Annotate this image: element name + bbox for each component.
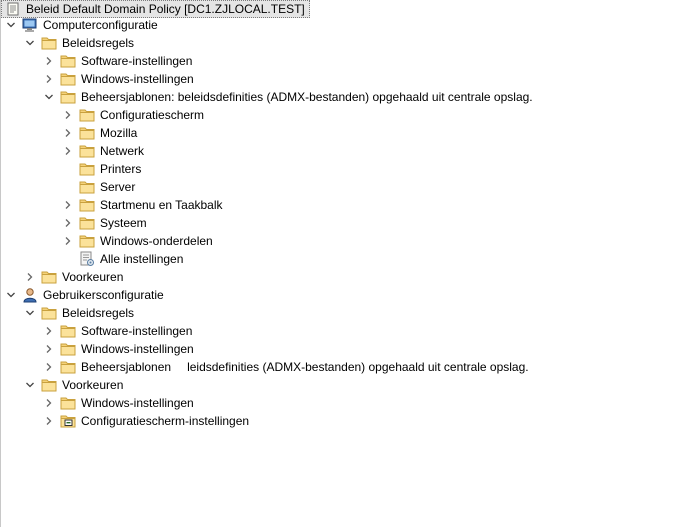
tree-node-label: Netwerk [100, 144, 145, 158]
tree-node-user-voorkeuren[interactable]: Voorkeuren [25, 376, 123, 394]
chevron-right-icon[interactable] [63, 196, 73, 214]
expander-placeholder [63, 178, 73, 196]
tree-node-label: Beleidsregels [62, 306, 135, 320]
tree-node-netwerk[interactable]: Netwerk [63, 142, 144, 160]
settings-list-icon [79, 251, 95, 267]
tree-node-user-config[interactable]: Gebruikersconfiguratie [6, 286, 164, 304]
chevron-down-icon[interactable] [6, 16, 16, 34]
tree-root-label: Beleid Default Domain Policy [DC1.ZJLOCA… [26, 2, 305, 16]
user-icon [22, 287, 38, 303]
expander-placeholder [63, 250, 73, 268]
folder-icon [60, 395, 76, 411]
tree-node-label: Beheersjablonen: beleidsdefinities (ADMX… [81, 90, 533, 104]
folder-icon [41, 305, 57, 321]
folder-icon [79, 143, 95, 159]
tree-node-computer-beleidsregels[interactable]: Beleidsregels [25, 34, 134, 52]
folder-icon [41, 377, 57, 393]
folder-icon [41, 35, 57, 51]
tree-node-label: Software-instellingen [81, 324, 193, 338]
folder-icon [79, 179, 95, 195]
tree-node-startmenu[interactable]: Startmenu en Taakbalk [63, 196, 223, 214]
tree-node-alle-instellingen[interactable]: Alle instellingen [63, 250, 183, 268]
tree-node-label: Beleidsregels [62, 36, 135, 50]
folder-icon [60, 359, 76, 375]
tree-node-user-software[interactable]: Software-instellingen [44, 322, 192, 340]
tree-node-label: Software-instellingen [81, 54, 193, 68]
tree-node-user-configuratiescherm-instellingen[interactable]: Configuratiescherm-instellingen [44, 412, 249, 430]
tree-node-computer-software[interactable]: Software-instellingen [44, 52, 192, 70]
chevron-down-icon[interactable] [44, 88, 54, 106]
chevron-down-icon[interactable] [6, 286, 16, 304]
tree-node-label: Windows-instellingen [81, 342, 194, 356]
chevron-down-icon[interactable] [25, 304, 35, 322]
folder-icon [60, 341, 76, 357]
folder-icon [60, 71, 76, 87]
folder-icon [79, 125, 95, 141]
chevron-right-icon[interactable] [63, 232, 73, 250]
chevron-right-icon[interactable] [44, 52, 54, 70]
tree-node-configuratiescherm[interactable]: Configuratiescherm [63, 106, 204, 124]
tree-node-label: Voorkeuren [62, 270, 124, 284]
tree-node-label: Computerconfiguratie [43, 18, 158, 32]
tree-node-label: Startmenu en Taakbalk [100, 198, 223, 212]
chevron-right-icon[interactable] [63, 106, 73, 124]
tree-node-computer-beheersjablonen[interactable]: Beheersjablonen: beleidsdefinities (ADMX… [44, 88, 533, 106]
tree-node-systeem[interactable]: Systeem [63, 214, 147, 232]
chevron-right-icon[interactable] [63, 214, 73, 232]
chevron-right-icon[interactable] [63, 142, 73, 160]
chevron-right-icon[interactable] [44, 358, 54, 376]
chevron-right-icon[interactable] [25, 268, 35, 286]
chevron-right-icon[interactable] [44, 394, 54, 412]
chevron-right-icon[interactable] [44, 70, 54, 88]
tree-node-user-windows[interactable]: Windows-instellingen [44, 340, 194, 358]
chevron-right-icon[interactable] [44, 412, 54, 430]
tree-node-label: Gebruikersconfiguratie [43, 288, 164, 302]
folder-icon [79, 161, 95, 177]
chevron-right-icon[interactable] [44, 322, 54, 340]
folder-icon [79, 233, 95, 249]
window-left-border [0, 0, 1, 527]
computer-icon [22, 17, 38, 33]
tree-node-computer-windows[interactable]: Windows-instellingen [44, 70, 194, 88]
tree-node-label: Systeem [100, 216, 147, 230]
tree-node-label: Windows-instellingen [81, 396, 194, 410]
tree-node-label: Server [100, 180, 136, 194]
folder-icon [60, 323, 76, 339]
tree-node-user-voorkeuren-windows[interactable]: Windows-instellingen [44, 394, 194, 412]
chevron-down-icon[interactable] [25, 34, 35, 52]
tree-node-user-beleidsregels[interactable]: Beleidsregels [25, 304, 134, 322]
folder-icon [41, 269, 57, 285]
tree-node-label: Configuratiescherm [100, 108, 205, 122]
tree-node-label-end: leidsdefinities (ADMX-bestanden) opgehaa… [187, 360, 529, 374]
tree-node-label: Voorkeuren [62, 378, 124, 392]
folder-icon [79, 107, 95, 123]
tree-node-windows-onderdelen[interactable]: Windows-onderdelen [63, 232, 213, 250]
tree-node-label: Windows-onderdelen [100, 234, 213, 248]
folder-icon [60, 53, 76, 69]
tree-node-user-beheersjablonen[interactable]: Beheersjablonen leidsdefinities (ADMX-be… [44, 358, 529, 376]
tree-node-mozilla[interactable]: Mozilla [63, 124, 137, 142]
tree-node-label: Windows-instellingen [81, 72, 194, 86]
tree-node-label: Configuratiescherm-instellingen [81, 414, 250, 428]
chevron-right-icon[interactable] [44, 340, 54, 358]
folder-icon [60, 89, 76, 105]
expander-placeholder [63, 160, 73, 178]
tree-node-computer-config[interactable]: Computerconfiguratie [6, 16, 158, 34]
tree-node-label: Printers [100, 162, 142, 176]
chevron-down-icon[interactable] [25, 376, 35, 394]
tree-node-label-start: Beheersjablonen [81, 360, 172, 374]
tree-node-server[interactable]: Server [63, 178, 135, 196]
policy-document-icon [5, 1, 21, 17]
folder-icon [79, 215, 95, 231]
control-panel-folder-icon [60, 413, 76, 429]
tree-node-printers[interactable]: Printers [63, 160, 141, 178]
tree-node-computer-voorkeuren[interactable]: Voorkeuren [25, 268, 123, 286]
tree-node-label: Mozilla [100, 126, 138, 140]
tree-node-label: Alle instellingen [100, 252, 184, 266]
folder-icon [79, 197, 95, 213]
chevron-right-icon[interactable] [63, 124, 73, 142]
